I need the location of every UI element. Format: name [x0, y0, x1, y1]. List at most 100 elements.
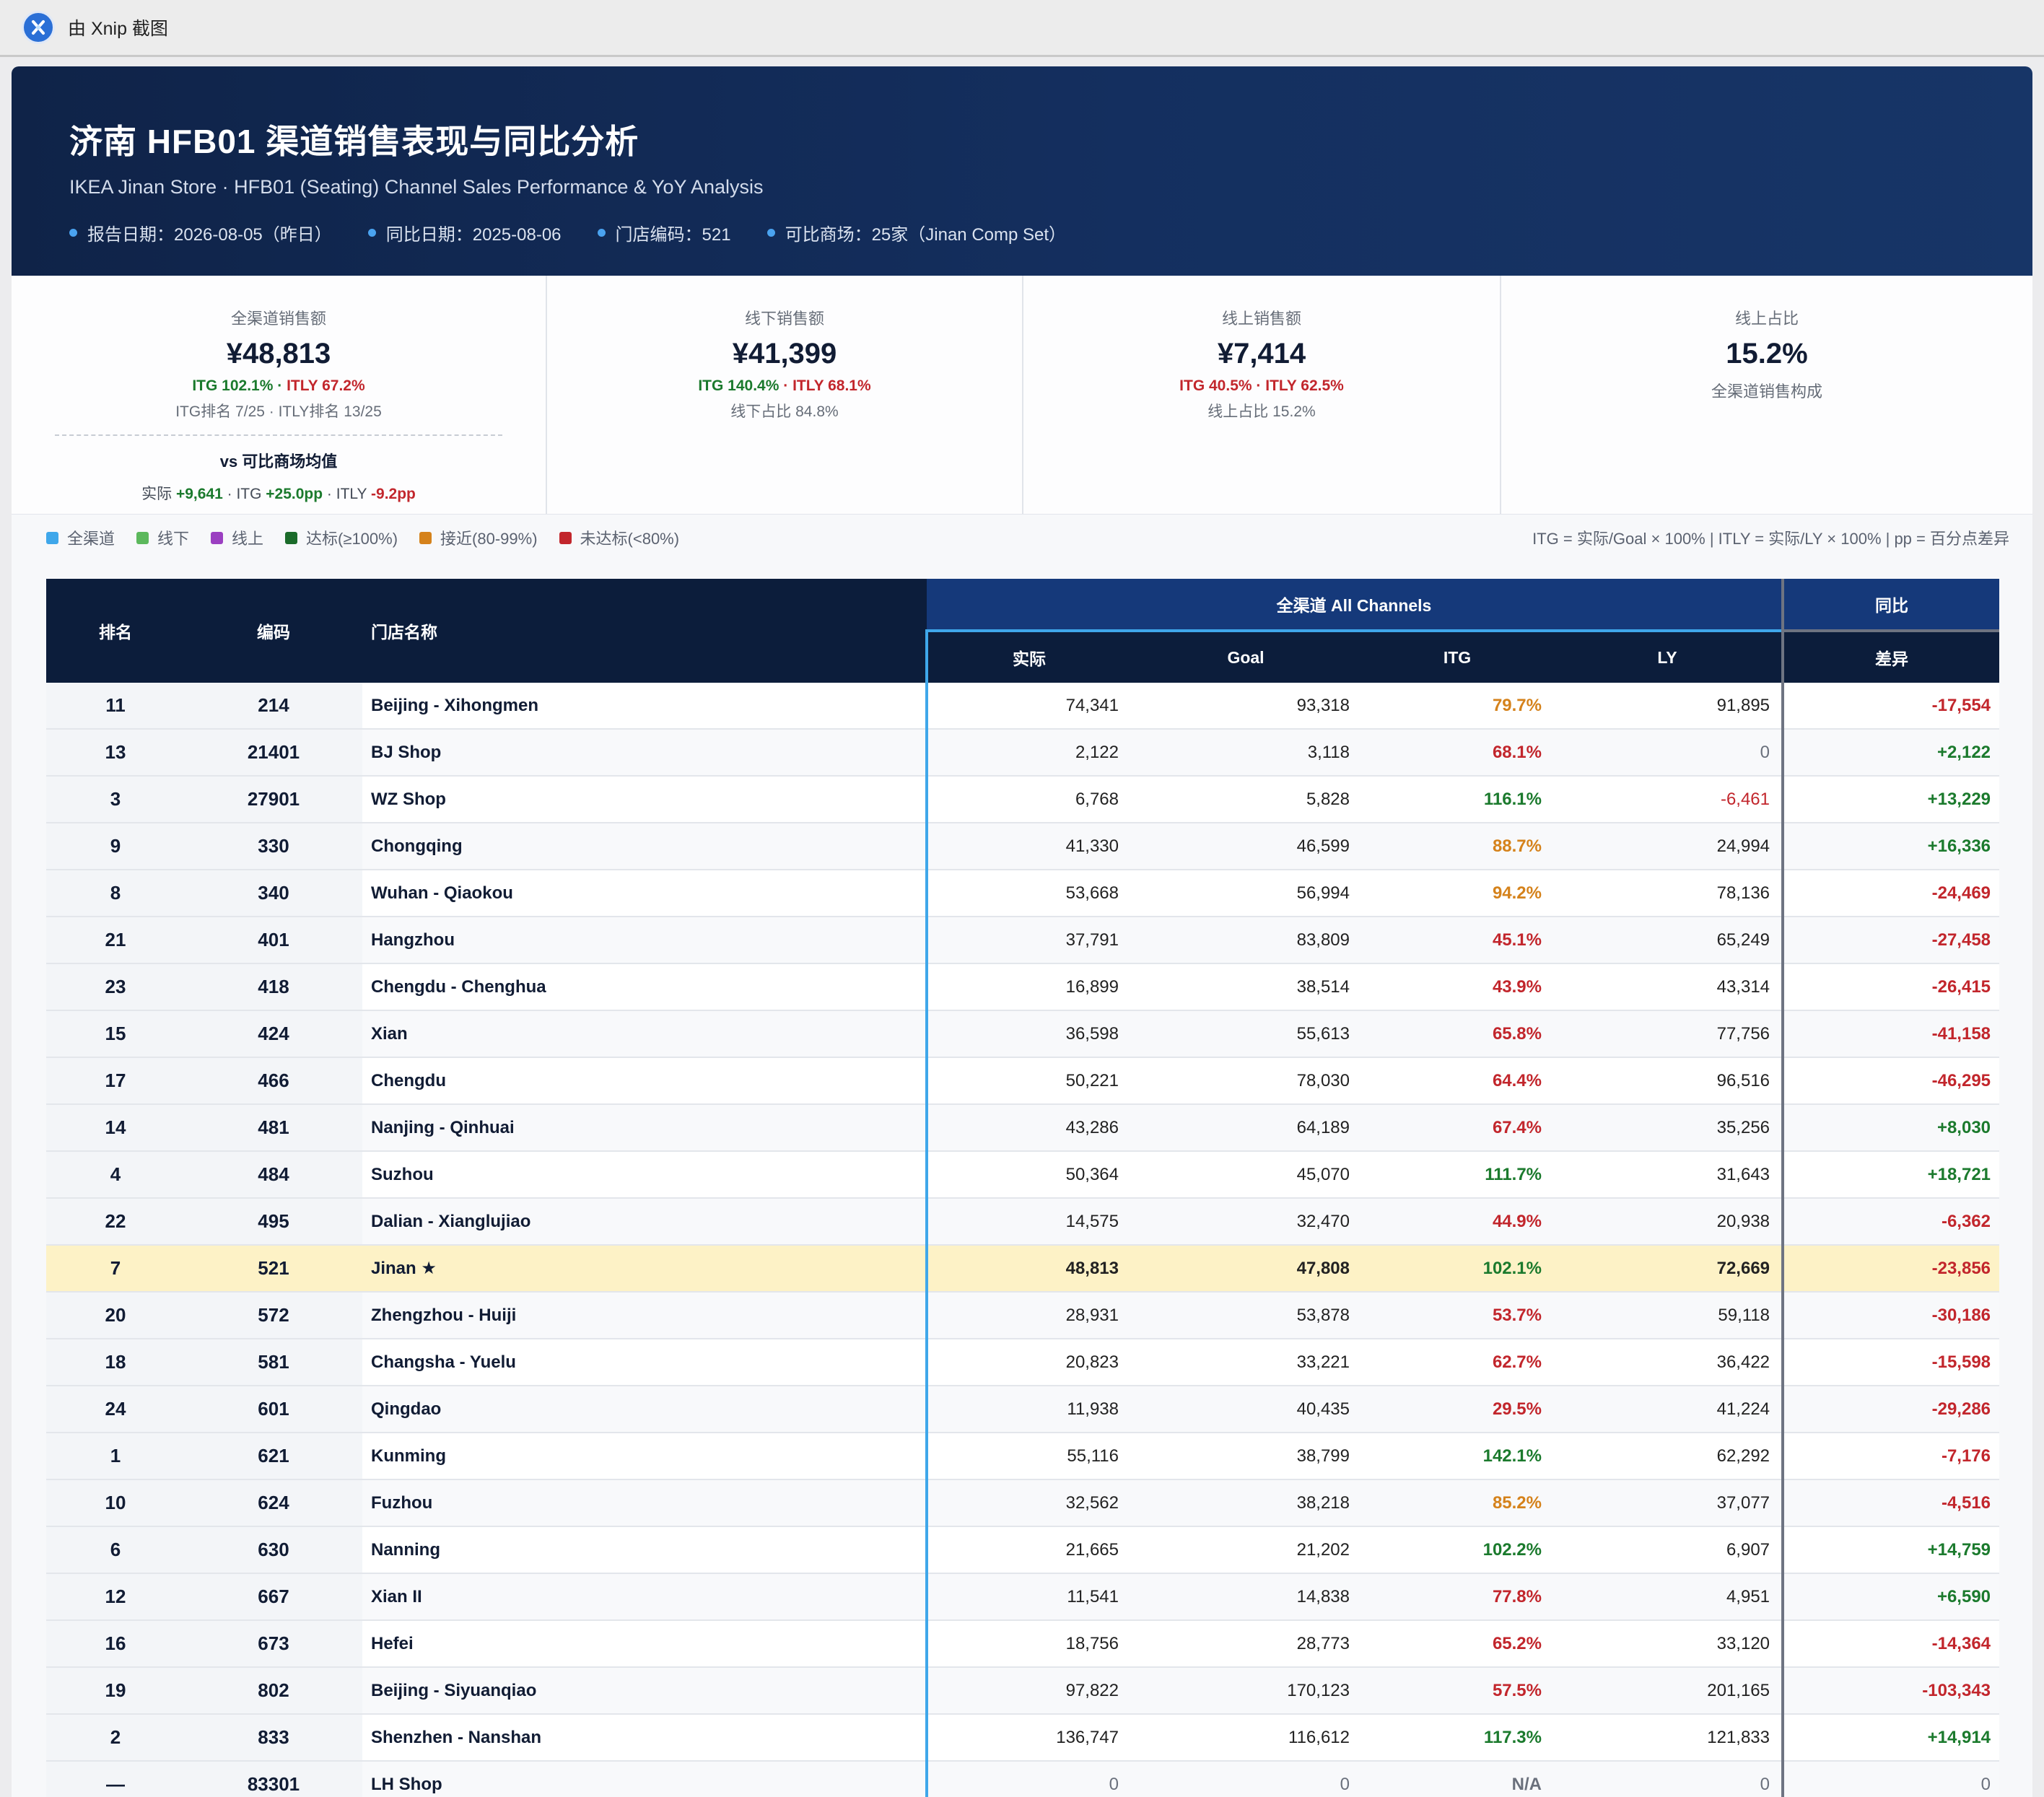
table-row[interactable]: 16 673 Hefei 18,756 28,773 65.2% 33,120 -14,364 [46, 1620, 2000, 1668]
bullet-icon [69, 229, 77, 237]
table-row[interactable]: 15 424 Xian 36,598 55,613 65.8% 77,756 -41,158 [46, 1010, 2000, 1058]
col-goal[interactable]: Goal [1130, 629, 1361, 683]
cell-code: 401 [185, 917, 362, 964]
cell-diff: -6,362 [1781, 1198, 2000, 1246]
cell-code: 484 [185, 1151, 362, 1199]
kpi-value: ¥48,813 [226, 338, 331, 370]
cell-itg: 68.1% [1361, 729, 1553, 777]
table-row[interactable]: 19 802 Beijing - Siyuanqiao 97,822 170,123 57… [46, 1667, 2000, 1715]
col-actual[interactable]: 实际 [925, 629, 1130, 683]
cell-actual: 43,286 [925, 1104, 1130, 1152]
cell-itg: 45.1% [1361, 917, 1553, 964]
table-row[interactable]: 9 330 Chongqing 41,330 46,599 88.7% 24,994 +16,… [46, 823, 2000, 870]
table-row[interactable]: 22 495 Dalian - Xianglujiao 14,575 32,470 44.… [46, 1198, 2000, 1246]
cell-itg: 67.4% [1361, 1104, 1553, 1152]
cell-diff: +14,759 [1781, 1526, 2000, 1574]
table-row[interactable]: 18 581 Changsha - Yuelu 20,823 33,221 62.7% 36… [46, 1339, 2000, 1386]
bullet-icon [367, 229, 376, 237]
bullet-icon [766, 229, 775, 237]
col-store-name[interactable]: 门店名称 [362, 579, 927, 683]
cell-rank: 4 [46, 1151, 185, 1199]
table-row[interactable]: 6 630 Nanning 21,665 21,202 102.2% 6,907 +14,75… [46, 1526, 2000, 1574]
kpi-note: 线上占比 15.2% [1207, 403, 1316, 420]
cell-goal: 46,599 [1130, 823, 1361, 870]
cell-code: 673 [185, 1620, 362, 1668]
meta-comp-set: 可比商场：25家（Jinan Comp Set） [766, 220, 1066, 245]
cell-goal: 170,123 [1130, 1667, 1361, 1715]
col-group-all-channels: 全渠道 All Channels [927, 579, 1783, 631]
col-rank[interactable]: 排名 [46, 579, 185, 683]
cell-code: 330 [185, 823, 362, 870]
table-row[interactable]: 23 418 Chengdu - Chenghua 16,899 38,514 43.9%… [46, 963, 2000, 1011]
table-row[interactable]: 3 27901 WZ Shop 6,768 5,828 116.1% -6,461 +13,2… [46, 776, 2000, 823]
cell-code: 481 [185, 1104, 362, 1152]
cell-store-name: Shenzhen - Nanshan [362, 1714, 927, 1762]
cell-code: 572 [185, 1292, 362, 1339]
kpi-online-sales: 线上销售额 ¥7,414 ITG 40.5% · ITLY 62.5% 线上占比… [1022, 276, 1500, 514]
cell-actual: 48,813 [925, 1245, 1130, 1293]
cell-rank: 6 [46, 1526, 185, 1574]
kpi-online-share: 线上占比 15.2% 全渠道销售构成 [1500, 276, 2032, 514]
cell-code: 521 [185, 1245, 362, 1293]
cell-ly: 91,895 [1553, 683, 1783, 730]
cell-rank: 8 [46, 870, 185, 917]
table-row[interactable]: 1 621 Kunming 55,116 38,799 142.1% 62,292 -7,17… [46, 1433, 2000, 1480]
cell-actual: 2,122 [925, 729, 1130, 777]
cell-rank: 14 [46, 1104, 185, 1152]
table-row[interactable]: 17 466 Chengdu 50,221 78,030 64.4% 96,516 -46,2… [46, 1057, 2000, 1105]
cell-goal: 64,189 [1130, 1104, 1361, 1152]
cell-rank: 7 [46, 1245, 185, 1293]
legend-swatch [211, 531, 224, 544]
cell-diff: -17,554 [1781, 683, 2000, 730]
formula-note: ITG = 实际/Goal × 100% | ITLY = 实际/LY × 10… [1532, 530, 2009, 548]
cell-diff: +8,030 [1781, 1104, 2000, 1152]
kpi-offline-sales: 线下销售额 ¥41,399 ITG 140.4% · ITLY 68.1% 线下… [546, 276, 1022, 514]
cell-diff: -4,516 [1781, 1479, 2000, 1527]
cell-ly: 43,314 [1553, 963, 1783, 1011]
table-row[interactable]: 14 481 Nanjing - Qinhuai 43,286 64,189 67.4% 3… [46, 1104, 2000, 1152]
col-itg[interactable]: ITG [1361, 629, 1553, 683]
table-row[interactable]: 24 601 Qingdao 11,938 40,435 29.5% 41,224 -29,2… [46, 1386, 2000, 1433]
table-row[interactable]: 11 214 Beijing - Xihongmen 74,341 93,318 79.7… [46, 683, 2000, 730]
table-row[interactable]: 8 340 Wuhan - Qiaokou 53,668 56,994 94.2% 78,1… [46, 870, 2000, 917]
kpi-value: 15.2% [1726, 338, 1808, 370]
table-row[interactable]: 21 401 Hangzhou 37,791 83,809 45.1% 65,249 -27,… [46, 917, 2000, 964]
bullet-icon [597, 229, 606, 237]
cell-actual: 20,823 [925, 1339, 1130, 1386]
table-row[interactable]: 2 833 Shenzhen - Nanshan 136,747 116,612 117.… [46, 1714, 2000, 1762]
cell-ly: 0 [1553, 729, 1783, 777]
table-row-highlighted[interactable]: 7 521 Jinan ★ 48,813 47,808 102.1% 72,669 -23,8… [46, 1245, 2000, 1293]
cell-itg: 88.7% [1361, 823, 1553, 870]
cell-itg: 111.7% [1361, 1151, 1553, 1199]
legend: 全渠道 线下 线上 达标(≥100%) 接近(80-99%) 未达标(<80%)… [46, 521, 2009, 554]
table-row[interactable]: 13 21401 BJ Shop 2,122 3,118 68.1% 0 +2,122 [46, 729, 2000, 777]
cell-goal: 55,613 [1130, 1010, 1361, 1058]
cell-actual: 6,768 [925, 776, 1130, 823]
cell-store-name: WZ Shop [362, 776, 927, 823]
cell-store-name: Chengdu [362, 1057, 927, 1105]
cell-diff: -14,364 [1781, 1620, 2000, 1668]
kpi-value: ¥41,399 [732, 338, 837, 370]
col-ly[interactable]: LY [1553, 629, 1783, 683]
cell-itg: 57.5% [1361, 1667, 1553, 1715]
cell-code: 601 [185, 1386, 362, 1433]
cell-rank: 11 [46, 683, 185, 730]
table-row[interactable]: 10 624 Fuzhou 32,562 38,218 85.2% 37,077 -4,516 [46, 1479, 2000, 1527]
table-row[interactable]: —83301 LH Shop 0 0 N/A 0 0 [46, 1761, 2000, 1797]
cell-ly: 78,136 [1553, 870, 1783, 917]
col-diff[interactable]: 差异 [1781, 629, 2000, 683]
legend-swatch [559, 531, 572, 544]
table-row[interactable]: 4 484 Suzhou 50,364 45,070 111.7% 31,643 +18,72… [46, 1151, 2000, 1199]
cell-ly: 35,256 [1553, 1104, 1783, 1152]
cell-ly: 62,292 [1553, 1433, 1783, 1480]
cell-itg: 102.2% [1361, 1526, 1553, 1574]
col-code[interactable]: 编码 [185, 579, 362, 683]
kpi-row: 全渠道销售额 ¥48,813 ITG 102.1% · ITLY 67.2% I… [12, 276, 2032, 515]
table-row[interactable]: 12 667 Xian II 11,541 14,838 77.8% 4,951 +6,590 [46, 1573, 2000, 1621]
table-body: 11 214 Beijing - Xihongmen 74,341 93,318 79.7… [46, 683, 2000, 1797]
cell-rank: 16 [46, 1620, 185, 1668]
cell-goal: 116,612 [1130, 1714, 1361, 1762]
cell-actual: 74,341 [925, 683, 1130, 730]
cell-goal: 14,838 [1130, 1573, 1361, 1621]
table-row[interactable]: 20 572 Zhengzhou - Huiji 28,931 53,878 53.7% 5… [46, 1292, 2000, 1339]
